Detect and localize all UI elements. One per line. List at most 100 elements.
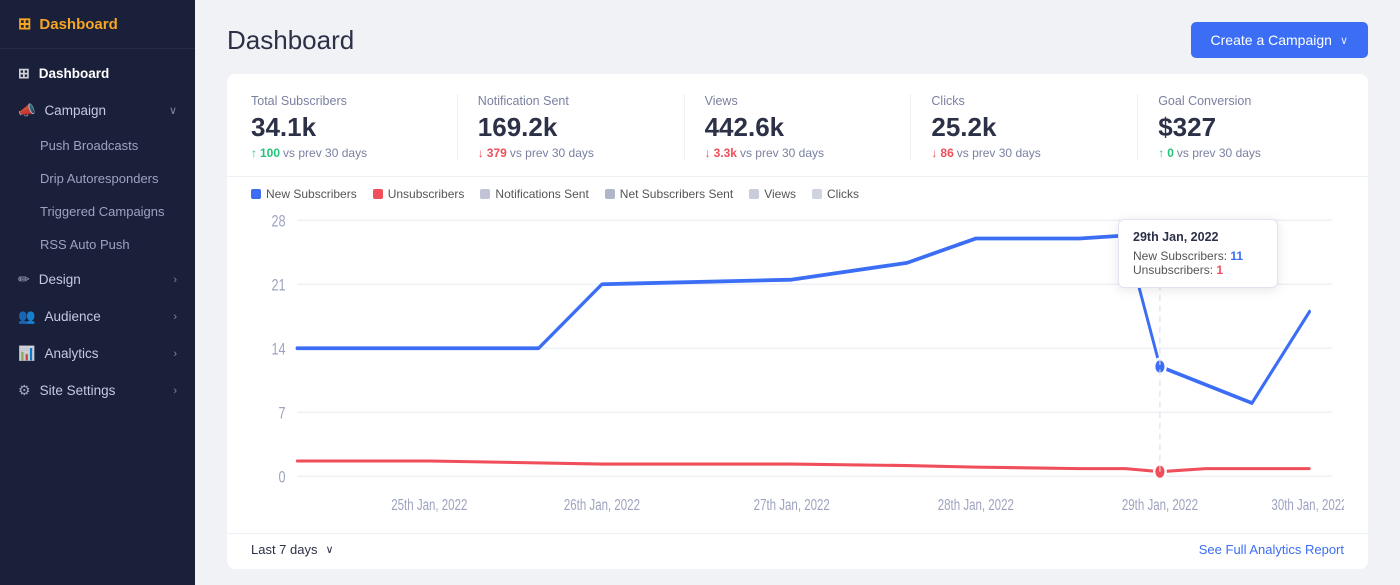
stat-label-1: Notification Sent	[478, 94, 664, 108]
chart-area: 28 21 14 7 0 25th Jan, 2022 26th Jan, 20…	[227, 205, 1368, 533]
sidebar-item-dashboard[interactable]: ⊞ Dashboard	[0, 55, 195, 92]
svg-text:0: 0	[278, 469, 285, 487]
stat-change-3: ↓ 86 vs prev 30 days	[931, 146, 1117, 160]
chart-bottom: Last 7 days ∨ See Full Analytics Report	[227, 533, 1368, 569]
legend-dot-views	[749, 189, 759, 199]
legend-unsubscribers: Unsubscribers	[373, 187, 465, 201]
dashboard-icon: ⊞	[18, 65, 30, 82]
tooltip-new-subscribers-val: 11	[1230, 249, 1243, 263]
logo-label: Dashboard	[39, 16, 117, 33]
stat-value-1: 169.2k	[478, 112, 664, 143]
campaign-icon: 📣	[18, 102, 35, 119]
sidebar-label-dashboard: Dashboard	[39, 66, 110, 81]
stat-label-0: Total Subscribers	[251, 94, 437, 108]
change-text-2: vs prev 30 days	[740, 146, 824, 160]
svg-text:27th Jan, 2022: 27th Jan, 2022	[754, 496, 830, 513]
stat-views: Views 442.6k ↓ 3.3k vs prev 30 days	[705, 94, 912, 160]
stat-label-2: Views	[705, 94, 891, 108]
sidebar-item-push-broadcasts[interactable]: Push Broadcasts	[0, 129, 195, 162]
legend-dot-notifications	[480, 189, 490, 199]
svg-text:26th Jan, 2022: 26th Jan, 2022	[564, 496, 640, 513]
svg-text:25th Jan, 2022: 25th Jan, 2022	[391, 496, 467, 513]
sidebar-label-audience: Audience	[44, 309, 100, 324]
see-full-analytics[interactable]: See Full Analytics Report	[1199, 542, 1344, 557]
legend-label-unsubscribers: Unsubscribers	[388, 187, 465, 201]
change-text-3: vs prev 30 days	[957, 146, 1041, 160]
stat-label-4: Goal Conversion	[1158, 94, 1344, 108]
up-arrow-4: ↑	[1158, 146, 1164, 160]
sidebar-item-rss-auto-push[interactable]: RSS Auto Push	[0, 228, 195, 261]
change-text-4: vs prev 30 days	[1177, 146, 1261, 160]
chevron-right-icon-analytics: ›	[173, 348, 177, 360]
svg-text:7: 7	[278, 405, 285, 423]
sidebar-item-drip-autoresponders[interactable]: Drip Autoresponders	[0, 162, 195, 195]
stat-notification-sent: Notification Sent 169.2k ↓ 379 vs prev 3…	[478, 94, 685, 160]
up-arrow-0: ↑	[251, 146, 257, 160]
audience-icon: 👥	[18, 308, 35, 325]
sidebar-item-audience[interactable]: 👥 Audience ›	[0, 298, 195, 335]
legend-label-clicks: Clicks	[827, 187, 859, 201]
chevron-right-icon-settings: ›	[173, 385, 177, 397]
logo-icon: ⊞	[18, 14, 31, 34]
tooltip-unsubscribers-label: Unsubscribers:	[1133, 263, 1213, 277]
page-title: Dashboard	[227, 25, 354, 56]
legend-label-views: Views	[764, 187, 796, 201]
stat-value-4: $327	[1158, 112, 1344, 143]
sidebar-label-design: Design	[39, 272, 81, 287]
create-campaign-button[interactable]: Create a Campaign ∨	[1191, 22, 1368, 58]
sidebar-item-analytics[interactable]: 📊 Analytics ›	[0, 335, 195, 372]
stat-goal-conversion: Goal Conversion $327 ↑ 0 vs prev 30 days	[1158, 94, 1344, 160]
legend-dot-unsubscribers	[373, 189, 383, 199]
time-filter[interactable]: Last 7 days ∨	[251, 542, 334, 557]
chevron-down-icon-filter: ∨	[326, 543, 334, 556]
down-arrow-2: ↓	[705, 146, 711, 160]
legend-dot-net-subscribers	[605, 189, 615, 199]
sidebar-item-campaign[interactable]: 📣 Campaign ∨	[0, 92, 195, 129]
legend-views: Views	[749, 187, 796, 201]
sidebar-label-campaign: Campaign	[44, 103, 106, 118]
stat-change-0: ↑ 100 vs prev 30 days	[251, 146, 437, 160]
tooltip-unsubscribers-row: Unsubscribers: 1	[1133, 263, 1263, 277]
change-val-2: 3.3k	[714, 146, 737, 160]
dashboard-card: Total Subscribers 34.1k ↑ 100 vs prev 30…	[227, 74, 1368, 569]
settings-icon: ⚙	[18, 382, 31, 399]
sidebar-logo[interactable]: ⊞ Dashboard	[0, 0, 195, 49]
chevron-right-icon-design: ›	[173, 274, 177, 286]
sidebar-item-design[interactable]: ✏ Design ›	[0, 261, 195, 298]
sidebar-item-triggered-campaigns[interactable]: Triggered Campaigns	[0, 195, 195, 228]
change-val-3: 86	[940, 146, 953, 160]
design-icon: ✏	[18, 271, 30, 288]
legend-dot-new-subscribers	[251, 189, 261, 199]
svg-text:28th Jan, 2022: 28th Jan, 2022	[938, 496, 1014, 513]
tooltip-date: 29th Jan, 2022	[1133, 230, 1263, 244]
stat-clicks: Clicks 25.2k ↓ 86 vs prev 30 days	[931, 94, 1138, 160]
main-header: Dashboard Create a Campaign ∨	[195, 0, 1400, 74]
legend-dot-clicks	[812, 189, 822, 199]
sidebar-item-site-settings[interactable]: ⚙ Site Settings ›	[0, 372, 195, 409]
legend-label-new-subscribers: New Subscribers	[266, 187, 357, 201]
down-arrow-1: ↓	[478, 146, 484, 160]
main-content: Dashboard Create a Campaign ∨ Total Subs…	[195, 0, 1400, 585]
create-campaign-label: Create a Campaign	[1211, 32, 1332, 48]
sidebar: ⊞ Dashboard ⊞ Dashboard 📣 Campaign ∨ Pus…	[0, 0, 195, 585]
sidebar-label-analytics: Analytics	[44, 346, 98, 361]
sidebar-nav: ⊞ Dashboard 📣 Campaign ∨ Push Broadcasts…	[0, 49, 195, 415]
sidebar-label-site-settings: Site Settings	[40, 383, 116, 398]
chart-tooltip: 29th Jan, 2022 New Subscribers: 11 Unsub…	[1118, 219, 1278, 288]
tooltip-new-subscribers-label: New Subscribers:	[1133, 249, 1227, 263]
svg-text:30th Jan, 2022: 30th Jan, 2022	[1271, 496, 1344, 513]
change-text-1: vs prev 30 days	[510, 146, 594, 160]
legend-new-subscribers: New Subscribers	[251, 187, 357, 201]
stat-change-4: ↑ 0 vs prev 30 days	[1158, 146, 1344, 160]
stat-value-2: 442.6k	[705, 112, 891, 143]
change-val-0: 100	[260, 146, 280, 160]
svg-text:28: 28	[271, 213, 285, 231]
chevron-down-icon-btn: ∨	[1340, 34, 1348, 47]
stat-label-3: Clicks	[931, 94, 1117, 108]
tooltip-new-subscribers-row: New Subscribers: 11	[1133, 249, 1263, 263]
stats-row: Total Subscribers 34.1k ↑ 100 vs prev 30…	[227, 74, 1368, 177]
chart-legend: New Subscribers Unsubscribers Notificati…	[227, 177, 1368, 205]
stat-change-1: ↓ 379 vs prev 30 days	[478, 146, 664, 160]
analytics-icon: 📊	[18, 345, 35, 362]
svg-text:21: 21	[271, 277, 285, 295]
